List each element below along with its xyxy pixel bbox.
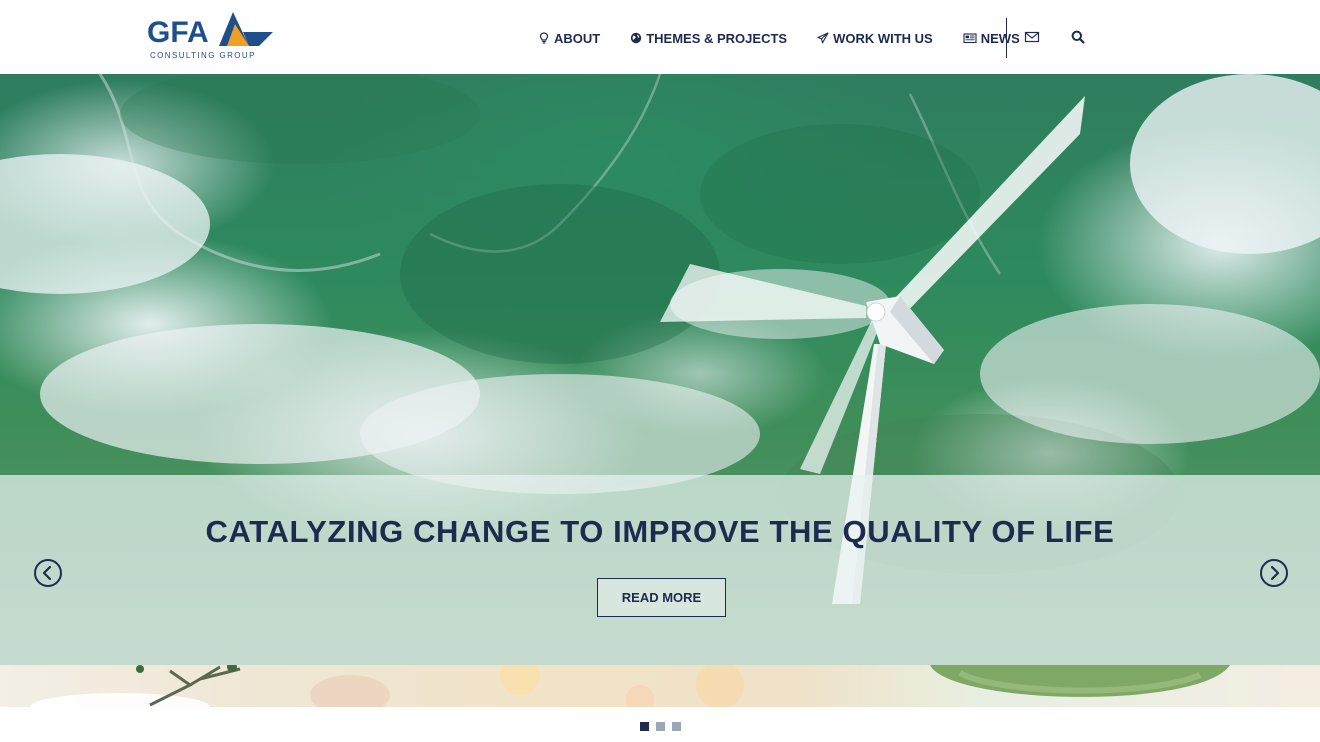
chevron-left-circle-icon[interactable] xyxy=(33,558,63,588)
site-header: GFA CONSULTING GROUP ABOUT THEMES & PROJ… xyxy=(0,0,1320,74)
hero-slider: CATALYZING CHANGE TO IMPROVE THE QUALITY… xyxy=(0,74,1320,665)
nav-label-work-with-us: WORK WITH US xyxy=(833,30,933,46)
carousel-dot-1[interactable] xyxy=(640,722,649,731)
lightbulb-icon xyxy=(539,32,549,44)
gfa-logo[interactable]: GFA CONSULTING GROUP xyxy=(147,8,277,64)
nav-divider xyxy=(1006,18,1007,58)
nav-item-themes-projects[interactable]: THEMES & PROJECTS xyxy=(630,31,787,46)
nav-item-news[interactable]: NEWS xyxy=(963,31,1020,46)
newspaper-icon xyxy=(963,33,977,44)
carousel-dot-2[interactable] xyxy=(656,722,665,731)
main-nav: ABOUT THEMES & PROJECTS WORK WITH US NEW… xyxy=(538,28,1050,48)
logo-subtitle: CONSULTING GROUP xyxy=(150,51,256,60)
nav-item-about[interactable]: ABOUT xyxy=(538,31,600,46)
nav-label-about: ABOUT xyxy=(554,30,601,46)
envelope-icon[interactable] xyxy=(1024,29,1040,45)
carousel-indicators xyxy=(640,722,688,731)
read-more-button[interactable]: READ MORE xyxy=(597,578,726,617)
globe-icon xyxy=(631,32,642,44)
paper-plane-icon xyxy=(817,32,829,44)
caption-band xyxy=(0,475,1320,665)
search-icon[interactable] xyxy=(1070,29,1086,45)
next-section-preview xyxy=(0,665,1320,707)
hero-title: CATALYZING CHANGE TO IMPROVE THE QUALITY… xyxy=(205,514,1115,549)
chevron-right-circle-icon[interactable] xyxy=(1259,558,1289,588)
nav-label-news: NEWS xyxy=(980,30,1020,46)
nav-label-themes-projects: THEMES & PROJECTS xyxy=(646,30,788,46)
logo-triangle-icon xyxy=(219,12,273,46)
nav-item-work-with-us[interactable]: WORK WITH US xyxy=(817,31,933,46)
next-section-image xyxy=(30,665,1230,707)
carousel-dot-3[interactable] xyxy=(672,722,681,731)
logo-letters: GFA xyxy=(147,16,209,49)
